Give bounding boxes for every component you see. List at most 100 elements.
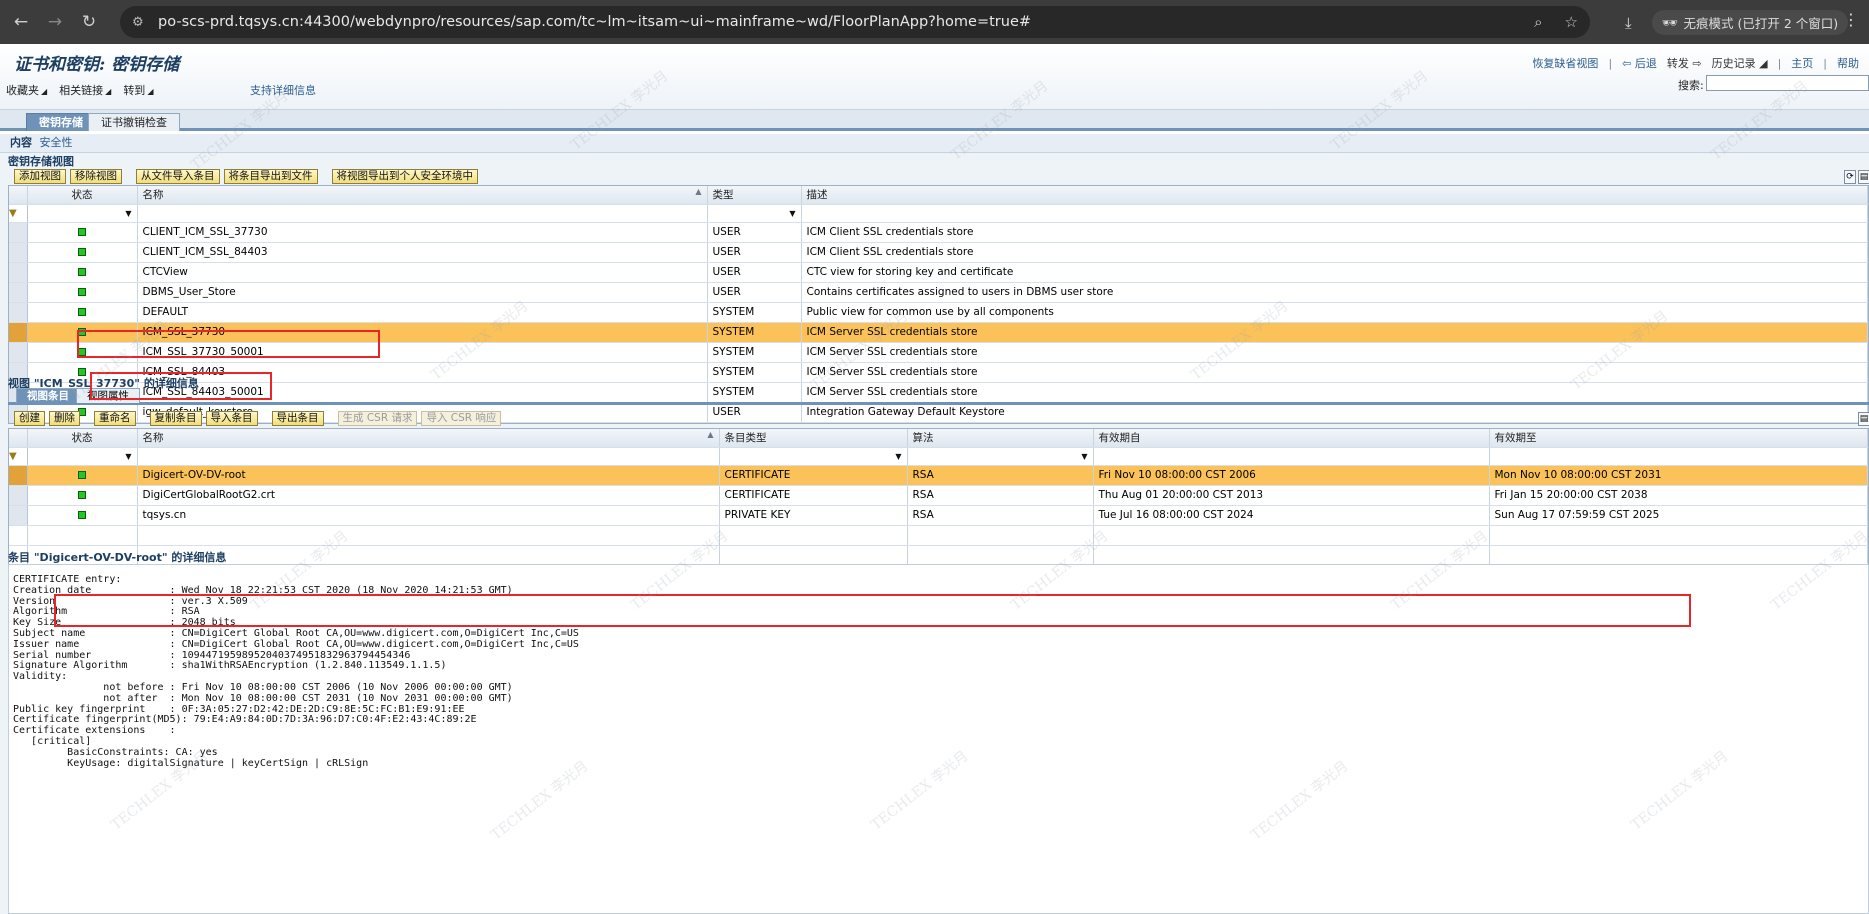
filter-algorithm[interactable]: ▼ <box>907 447 1094 466</box>
col-status[interactable]: 状态 <box>27 186 138 205</box>
row-selector[interactable] <box>9 342 28 363</box>
table-row[interactable]: ICM_SSL_37730_50001 SYSTEM ICM Server SSL … <box>9 342 1868 363</box>
forward-arrow-icon[interactable]: → <box>42 12 68 32</box>
row-selector[interactable] <box>9 302 28 323</box>
generate-csr-button[interactable]: 生成 CSR 请求 <box>337 411 418 426</box>
filter-cell[interactable]: ▼ <box>9 447 28 466</box>
main-tabs: 密钥存储 证书撤销检查 <box>0 110 1869 131</box>
sort-asc-icon[interactable]: ▲ <box>695 187 701 196</box>
filter-icon[interactable]: ▼ <box>9 452 19 462</box>
filter-entry-type[interactable]: ▼ <box>719 447 908 466</box>
row-selector[interactable] <box>9 465 28 486</box>
table-row[interactable]: DEFAULT SYSTEM Public view for common use … <box>9 302 1868 323</box>
row-selector[interactable] <box>9 505 28 526</box>
filter-name[interactable] <box>137 447 720 466</box>
export-entry-button[interactable]: 导出条目 <box>271 411 324 426</box>
dropdown-icon[interactable]: ▼ <box>895 452 901 461</box>
tab-view-properties[interactable]: 视图属性 <box>76 388 140 403</box>
col-name[interactable]: 名称 ▲ <box>137 186 708 205</box>
refresh-icon[interactable]: ⟳ <box>1844 170 1856 184</box>
filter-valid-from[interactable] <box>1093 447 1490 466</box>
table-row[interactable]: DigiCertGlobalRootG2.crt CERTIFICATE RSA Th… <box>9 485 1868 506</box>
copy-entry-button[interactable]: 复制条目 <box>149 411 202 426</box>
delete-button[interactable]: 删除 <box>49 411 80 426</box>
search-input[interactable] <box>1706 75 1869 91</box>
filter-valid-to[interactable] <box>1489 447 1868 466</box>
settings-icon[interactable]: ▤ <box>1858 412 1869 426</box>
remove-view-button[interactable]: 移除视图 <box>70 169 122 184</box>
col-type[interactable]: 类型 <box>707 186 802 205</box>
zoom-icon[interactable]: ⌕ <box>1534 13 1542 31</box>
reload-icon[interactable]: ↻ <box>76 12 102 32</box>
col-description[interactable]: 描述 <box>801 186 1868 205</box>
dropdown-icon[interactable]: ▼ <box>125 209 131 218</box>
download-icon[interactable]: ⤓ <box>1625 14 1632 32</box>
col-valid-to[interactable]: 有效期至 <box>1489 429 1868 448</box>
import-csr-response-button[interactable]: 导入 CSR 响应 <box>421 411 502 426</box>
import-from-file-button[interactable]: 从文件导入条目 <box>136 169 220 184</box>
filter-type[interactable]: ▼ <box>707 204 802 223</box>
forward-link[interactable]: 转发 ⇨ <box>1667 55 1702 71</box>
menu-favorites[interactable]: 收藏夹 ◢ <box>6 82 47 98</box>
row-selector[interactable] <box>9 282 28 303</box>
support-details-link[interactable]: 支持详细信息 <box>250 82 316 98</box>
filter-description[interactable] <box>801 204 1868 223</box>
help-link[interactable]: 帮助 <box>1837 55 1859 71</box>
back-arrow-icon[interactable]: ← <box>8 12 34 32</box>
row-selector[interactable] <box>9 242 28 263</box>
filter-cell[interactable]: ▼ <box>9 204 28 223</box>
row-selector[interactable] <box>9 322 28 343</box>
filter-icon[interactable]: ▼ <box>9 209 19 219</box>
menu-goto[interactable]: 转到 ◢ <box>123 82 153 98</box>
row-selector[interactable] <box>9 222 28 243</box>
menu-kebab-icon[interactable]: ⋮ <box>1843 10 1859 29</box>
url-text[interactable]: po-scs-prd.tqsys.cn:44300/webdynpro/reso… <box>158 14 1031 30</box>
table-row[interactable]: Digicert-OV-DV-root CERTIFICATE RSA Fri Nov… <box>9 465 1868 486</box>
incognito-badge[interactable]: 🕶 无痕模式 (已打开 2 个窗口) <box>1651 10 1849 35</box>
home-link[interactable]: 主页 <box>1791 55 1813 71</box>
dropdown-icon[interactable]: ▼ <box>125 452 131 461</box>
security-link[interactable]: 安全性 <box>40 136 73 149</box>
create-button[interactable]: 创建 <box>14 411 45 426</box>
menu-related-links[interactable]: 相关链接 ◢ <box>59 82 111 98</box>
table-row[interactable]: CLIENT_ICM_SSL_84403 USER ICM Client SSL c… <box>9 242 1868 263</box>
row-selector[interactable] <box>9 485 28 506</box>
export-to-pse-button[interactable]: 将视图导出到个人安全环境中 <box>331 169 478 184</box>
col-status[interactable]: 状态 <box>27 429 138 448</box>
history-menu[interactable]: 历史记录 ◢ <box>1712 55 1768 71</box>
rename-button[interactable]: 重命名 <box>94 411 136 426</box>
select-all-cell[interactable] <box>9 186 28 205</box>
dropdown-icon[interactable]: ▼ <box>1081 452 1087 461</box>
sort-asc-icon[interactable]: ▲ <box>707 430 713 439</box>
table-row[interactable]: ICM_SSL_84403 SYSTEM ICM Server SSL creden… <box>9 362 1868 383</box>
status-cell <box>27 282 138 303</box>
back-link[interactable]: ⇦ 后退 <box>1622 55 1657 71</box>
incognito-label: 无痕模式 (已打开 2 个窗口) <box>1683 16 1839 31</box>
col-name[interactable]: 名称 ▲ <box>137 429 720 448</box>
filter-status[interactable]: ▼ <box>27 447 138 466</box>
col-algorithm[interactable]: 算法 <box>907 429 1094 448</box>
import-entry-button[interactable]: 导入条目 <box>205 411 258 426</box>
table-row[interactable]: tqsys.cn PRIVATE KEY RSA Tue Jul 16 08:00:0… <box>9 505 1868 526</box>
restore-view-link[interactable]: 恢复缺省视图 <box>1532 55 1598 71</box>
table-row[interactable]: ICM_SSL_37730 SYSTEM ICM Server SSL creden… <box>9 322 1868 343</box>
table-row[interactable]: CTCView USER CTC view for storing key and … <box>9 262 1868 283</box>
settings-icon[interactable]: ▤ <box>1858 170 1869 184</box>
tab-view-entries[interactable]: 视图条目 <box>16 388 80 403</box>
site-info-icon[interactable]: ⚙ <box>132 15 154 30</box>
address-bar[interactable]: ⚙ po-scs-prd.tqsys.cn:44300/webdynpro/re… <box>120 6 1590 38</box>
table-row[interactable]: DBMS_User_Store USER Contains certificates… <box>9 282 1868 303</box>
tab-keystore[interactable]: 密钥存储 <box>26 113 96 131</box>
add-view-button[interactable]: 添加视图 <box>14 169 66 184</box>
dropdown-icon[interactable]: ▼ <box>789 209 795 218</box>
col-valid-from[interactable]: 有效期自 <box>1093 429 1490 448</box>
export-to-file-button[interactable]: 将条目导出到文件 <box>223 169 318 184</box>
row-selector[interactable] <box>9 262 28 283</box>
filter-name[interactable] <box>137 204 708 223</box>
select-all-cell[interactable] <box>9 429 28 448</box>
bookmark-star-icon[interactable]: ☆ <box>1565 13 1578 31</box>
filter-status[interactable]: ▼ <box>27 204 138 223</box>
col-entry-type[interactable]: 条目类型 <box>719 429 908 448</box>
tab-revocation-check[interactable]: 证书撤销检查 <box>88 113 180 131</box>
table-row[interactable]: CLIENT_ICM_SSL_37730 USER ICM Client SSL c… <box>9 222 1868 243</box>
